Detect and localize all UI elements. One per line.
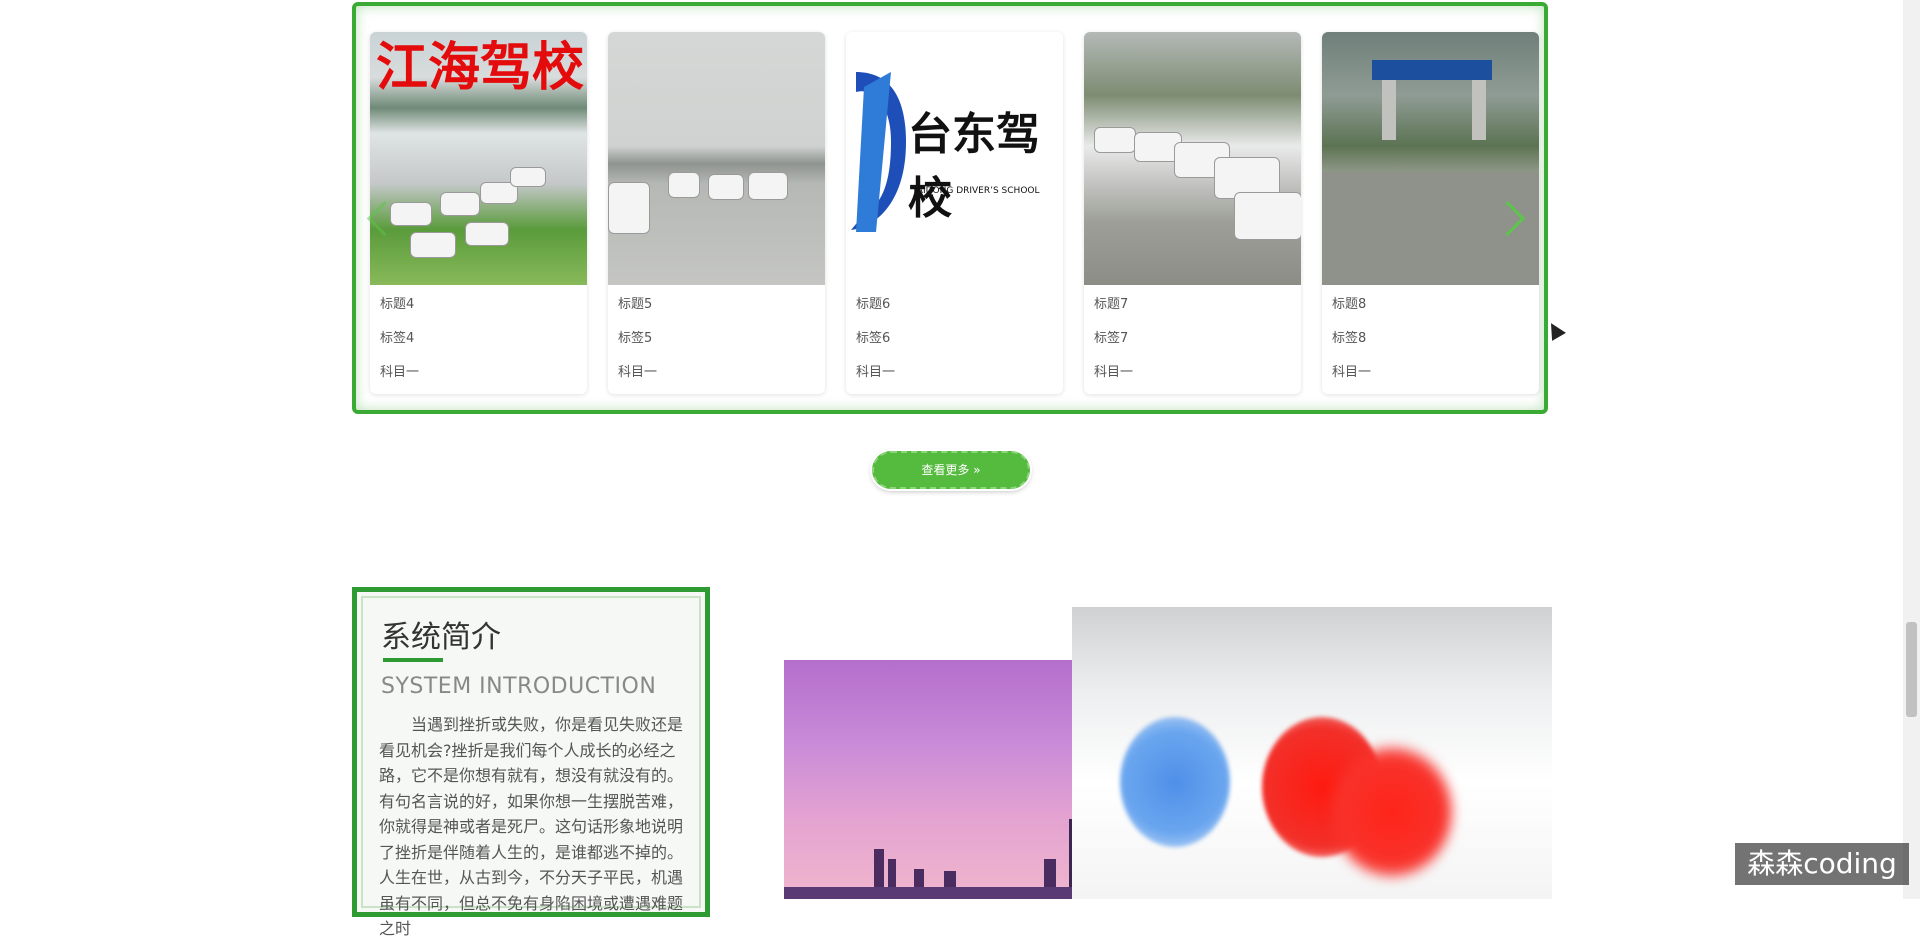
card-tag: 标签8 bbox=[1332, 331, 1367, 346]
intro-title-underline bbox=[383, 658, 443, 662]
watermark-label: 森森coding bbox=[1735, 843, 1909, 885]
city-skyline-image bbox=[784, 660, 1120, 899]
intro-subtitle: SYSTEM INTRODUCTION bbox=[381, 674, 657, 699]
intro-paragraph: 当遇到挫折或失败，你是看见失败还是看见机会?挫折是我们每个人成长的必经之路，它不… bbox=[379, 715, 684, 938]
carousel-panel: 江海驾校 标题4 标签4 科目一 标题5 标签5 科目一 台东驾校 TAIDON… bbox=[352, 2, 1548, 414]
intro-title: 系统简介 bbox=[381, 620, 501, 655]
card-title: 标题4 bbox=[380, 297, 415, 312]
card-subject: 科目一 bbox=[856, 365, 896, 380]
card-7[interactable]: 标题7 标签7 科目一 bbox=[1084, 32, 1301, 394]
card-tag: 标签4 bbox=[380, 331, 415, 346]
view-more-button[interactable]: 查看更多 » bbox=[872, 451, 1030, 489]
card-tag: 标签7 bbox=[1094, 331, 1129, 346]
card-image[interactable] bbox=[608, 32, 825, 285]
carousel-cards: 江海驾校 标题4 标签4 科目一 标题5 标签5 科目一 台东驾校 TAIDON… bbox=[370, 32, 1539, 394]
card-image[interactable]: 江海驾校 bbox=[370, 32, 587, 285]
card-title: 标题8 bbox=[1332, 297, 1367, 312]
scrollbar-thumb[interactable] bbox=[1906, 622, 1917, 717]
card-subject: 科目一 bbox=[1332, 365, 1372, 380]
system-intro-panel: 系统简介 SYSTEM INTRODUCTION 当遇到挫折或失败，你是看见失败… bbox=[352, 587, 710, 938]
page-scrollbar[interactable] bbox=[1903, 0, 1920, 899]
card-subject: 科目一 bbox=[1094, 365, 1134, 380]
card-title: 标题6 bbox=[856, 297, 891, 312]
logo-text: 台东驾校 bbox=[908, 109, 1040, 224]
card-title: 标题7 bbox=[1094, 297, 1129, 312]
card-image[interactable] bbox=[1322, 32, 1539, 285]
card-subject: 科目一 bbox=[618, 365, 658, 380]
card-title: 标题5 bbox=[618, 297, 653, 312]
card-image[interactable] bbox=[1084, 32, 1301, 285]
sign-text: 江海驾校 bbox=[376, 37, 585, 98]
card-5[interactable]: 标题5 标签5 科目一 bbox=[608, 32, 825, 394]
card-6[interactable]: 台东驾校 TAIDONG DRIVER’S SCHOOL 标题6 标签6 科目一 bbox=[846, 32, 1063, 394]
card-subject: 科目一 bbox=[380, 365, 420, 380]
hearts-image bbox=[1072, 607, 1552, 899]
card-4[interactable]: 江海驾校 标题4 标签4 科目一 bbox=[370, 32, 587, 394]
card-image[interactable]: 台东驾校 TAIDONG DRIVER’S SCHOOL bbox=[846, 32, 1063, 285]
card-tag: 标签5 bbox=[618, 331, 653, 346]
card-tag: 标签6 bbox=[856, 331, 891, 346]
logo-subtext: TAIDONG DRIVER’S SCHOOL bbox=[912, 186, 1040, 196]
